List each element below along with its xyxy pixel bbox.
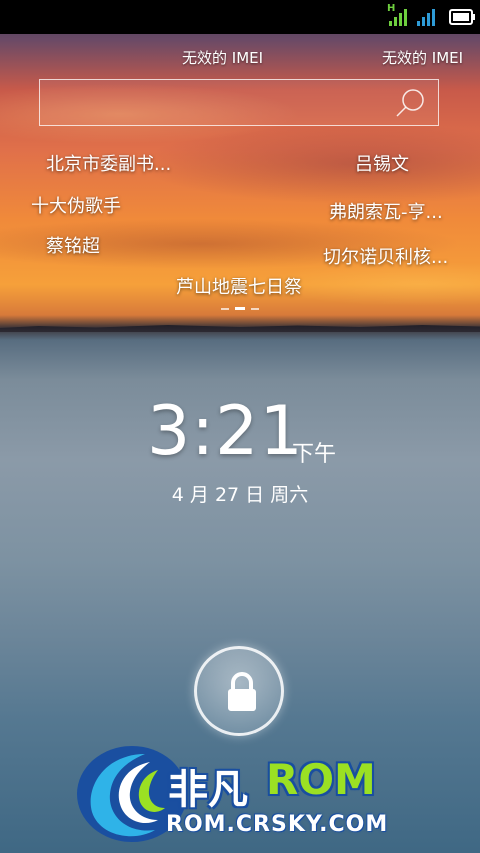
clock-date: 4 月 27 日 周六 (171, 484, 309, 506)
search-input[interactable] (39, 79, 439, 126)
battery-icon (449, 9, 475, 25)
imei-label-1: 无效的 IMEI (182, 49, 264, 67)
status-bar[interactable]: H (0, 0, 480, 34)
hot-tag[interactable]: 吕锡文 (355, 150, 409, 176)
clock-ampm: 下午 (292, 442, 337, 467)
unlock-button[interactable] (194, 646, 284, 736)
search-icon[interactable] (394, 86, 428, 120)
page-dot (221, 308, 229, 310)
hot-tag[interactable]: 蔡铭超 (46, 232, 100, 258)
hot-tag[interactable]: 北京市委副书... (46, 150, 171, 176)
imei-label-2: 无效的 IMEI (382, 49, 464, 67)
signal-strength-2-icon (417, 9, 435, 26)
lock-icon (228, 672, 256, 711)
page-dot-active (235, 307, 245, 310)
watermark-brand-cn: 非凡 (168, 767, 248, 813)
hot-tag[interactable]: 十大伪歌手 (31, 192, 121, 218)
hot-tag[interactable]: 芦山地震七日祭 (176, 273, 302, 299)
hot-tag[interactable]: 弗朗索瓦-亨... (329, 198, 443, 224)
clock-time: 3:21 (147, 392, 304, 471)
watermark-url: ROM.CRSKY.COM (166, 812, 389, 837)
watermark-brand-en: ROM (266, 755, 376, 804)
signal-strength-1-icon (389, 9, 407, 26)
page-dot (251, 308, 259, 310)
hot-tag[interactable]: 切尔诺贝利核... (323, 243, 448, 269)
